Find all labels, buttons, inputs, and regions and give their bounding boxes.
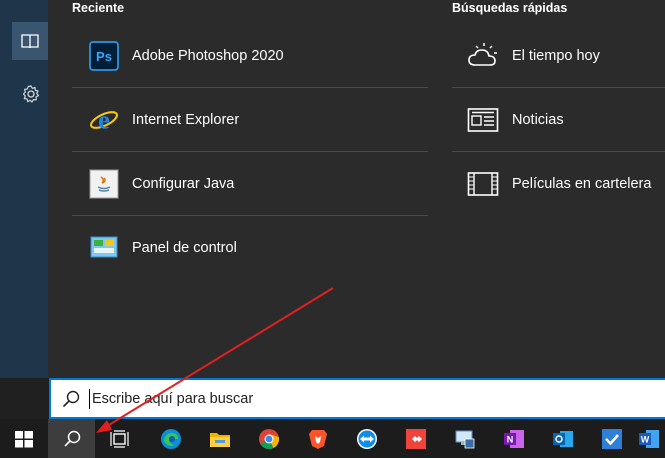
svg-text:W: W	[641, 434, 650, 444]
photoshop-icon: Ps	[89, 40, 119, 71]
quick-item-label: Películas en cartelera	[512, 176, 652, 192]
onenote-icon: N	[503, 429, 524, 448]
svg-text:N: N	[506, 434, 513, 444]
recent-item-label: Internet Explorer	[132, 111, 240, 128]
quick-item-news[interactable]: Noticias	[452, 88, 665, 152]
recent-item-label: Configurar Java	[132, 175, 235, 192]
recent-item-label: Panel de control	[132, 240, 237, 256]
search-icon	[62, 390, 80, 407]
remote-desktop-icon	[455, 430, 474, 448]
taskbar-edge[interactable]	[147, 419, 194, 458]
recent-item-label: Adobe Photoshop 2020	[132, 47, 284, 64]
task-view-button[interactable]	[96, 419, 143, 458]
search-box[interactable]	[49, 378, 665, 419]
taskbar-anydesk[interactable]	[392, 419, 439, 458]
recent-item-java[interactable]: Configurar Java	[72, 152, 428, 216]
java-icon	[89, 169, 119, 199]
svg-text:Ps: Ps	[96, 49, 112, 64]
quick-searches-title: Búsquedas rápidas	[452, 1, 568, 15]
news-icon	[466, 105, 500, 135]
start-search-panel: Reciente Búsquedas rápidas Ps Adobe Phot…	[48, 0, 665, 378]
taskbar-word[interactable]: W	[637, 419, 665, 458]
brave-icon	[308, 429, 327, 449]
quick-searches-list: El tiempo hoy Noticias Películas en cart…	[452, 24, 665, 216]
taskbar-teamviewer[interactable]	[343, 419, 390, 458]
rail-home-button[interactable]	[12, 22, 48, 60]
recent-list: Ps Adobe Photoshop 2020 e Internet Explo…	[72, 24, 428, 280]
control-panel-icon	[89, 233, 119, 263]
search-icon	[63, 430, 80, 447]
taskbar-onenote[interactable]: N	[490, 419, 537, 458]
quick-item-weather[interactable]: El tiempo hoy	[452, 24, 665, 88]
taskbar: N W	[0, 419, 665, 458]
chrome-icon	[258, 428, 279, 449]
rail-settings-button[interactable]	[12, 75, 50, 113]
todo-icon	[601, 428, 622, 449]
taskbar-outlook[interactable]	[539, 419, 586, 458]
book-icon	[21, 34, 39, 49]
quick-item-label: El tiempo hoy	[512, 47, 600, 64]
quick-item-label: Noticias	[512, 111, 564, 128]
recent-item-control-panel[interactable]: Panel de control	[72, 216, 428, 280]
taskbar-file-explorer[interactable]	[196, 419, 243, 458]
taskbar-chrome[interactable]	[245, 419, 292, 458]
anydesk-icon	[405, 428, 426, 449]
recent-item-internet-explorer[interactable]: e Internet Explorer	[72, 88, 428, 152]
internet-explorer-icon: e	[89, 105, 119, 135]
taskbar-remote-desktop[interactable]	[441, 419, 488, 458]
recent-item-photoshop[interactable]: Ps Adobe Photoshop 2020	[72, 24, 428, 88]
outlook-icon	[552, 430, 573, 447]
film-icon	[466, 169, 500, 199]
teamviewer-icon	[356, 428, 377, 449]
search-input[interactable]	[89, 388, 589, 409]
word-icon: W	[639, 429, 659, 448]
taskbar-search-button[interactable]	[48, 419, 95, 458]
file-explorer-icon	[209, 432, 230, 447]
taskbar-brave[interactable]	[294, 419, 341, 458]
recent-section-title: Reciente	[72, 1, 125, 15]
gear-icon	[22, 85, 40, 103]
start-button[interactable]	[0, 419, 47, 458]
task-view-icon	[109, 429, 129, 448]
taskbar-todo[interactable]	[588, 419, 635, 458]
svg-text:e: e	[98, 105, 110, 134]
weather-icon	[466, 41, 500, 71]
quick-item-movies[interactable]: Películas en cartelera	[452, 152, 665, 216]
windows-start-icon	[14, 430, 33, 447]
edge-icon	[160, 428, 181, 449]
left-rail	[0, 0, 48, 378]
